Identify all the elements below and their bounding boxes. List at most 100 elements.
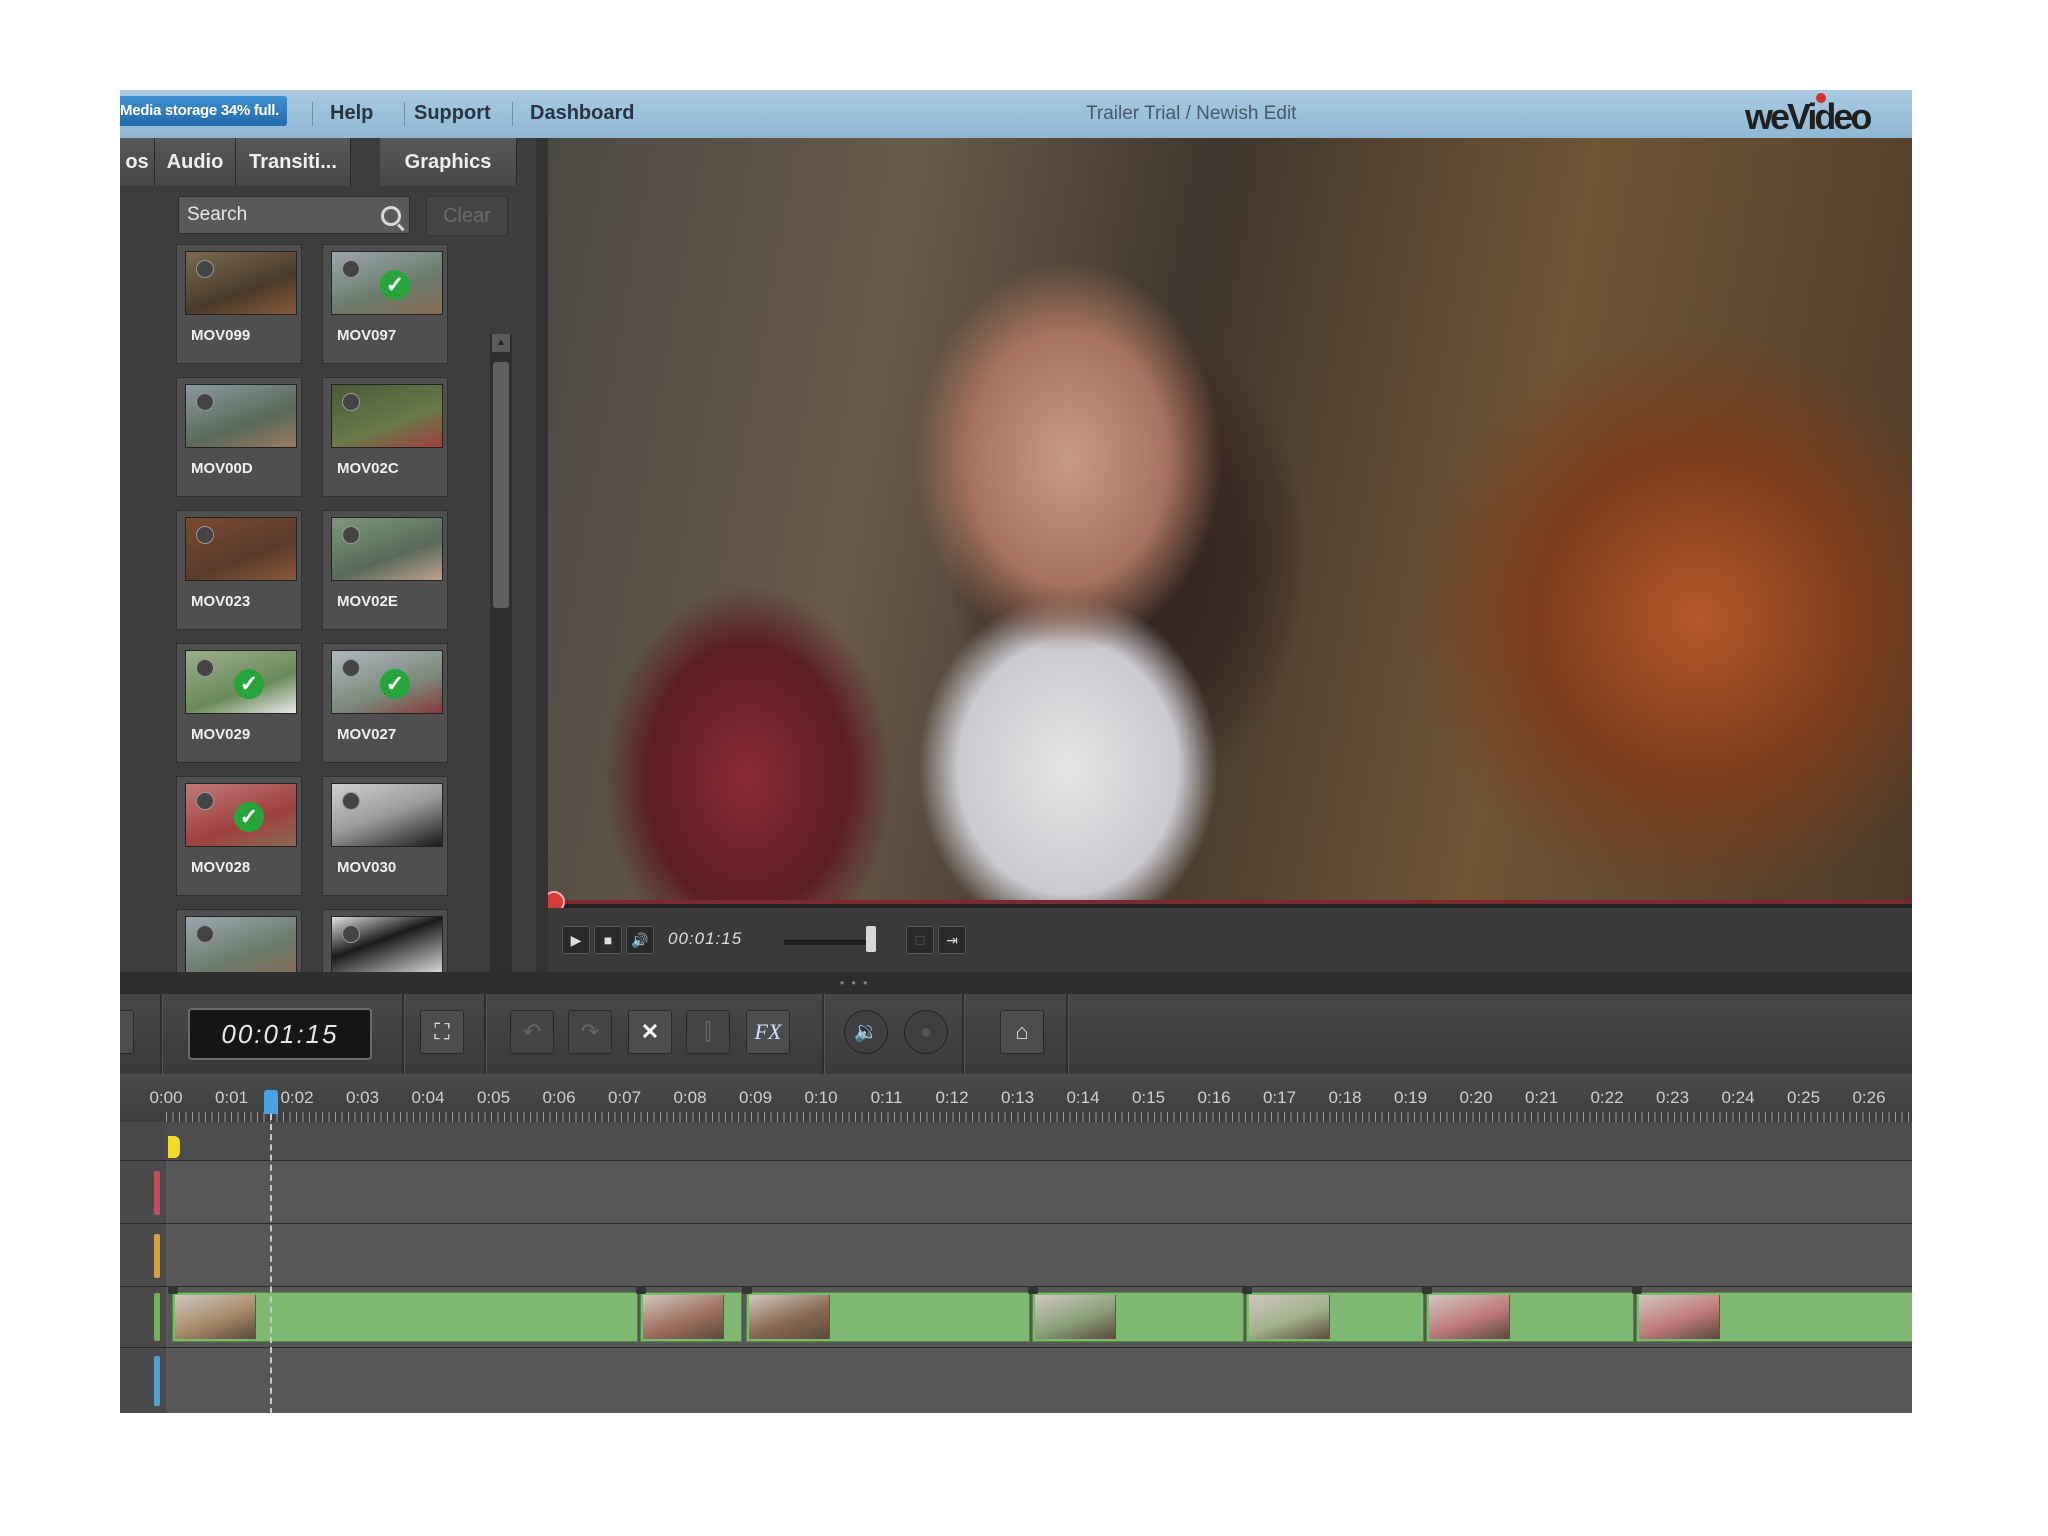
redo-icon[interactable]: ↷ <box>568 1010 612 1054</box>
timecode-display: 00:01:15 <box>188 1008 372 1060</box>
media-clip-tile[interactable]: ✓ MOV028 <box>176 776 302 896</box>
timeline-marker[interactable] <box>168 1136 180 1158</box>
fullscreen-preview-icon[interactable]: □ <box>906 926 934 954</box>
media-clip-tile[interactable]: MOV00D <box>176 377 302 497</box>
camera-icon[interactable]: ● <box>904 1010 948 1054</box>
scroll-up-icon[interactable]: ▲ <box>492 334 510 352</box>
tab-graphics[interactable]: Graphics <box>380 138 517 186</box>
playhead-handle[interactable] <box>264 1090 278 1114</box>
video-clip[interactable] <box>640 1292 742 1342</box>
volume-slider-track[interactable] <box>784 940 874 945</box>
tab-videos[interactable]: os <box>120 138 155 186</box>
playback-progress[interactable] <box>548 900 1912 904</box>
film-reel-icon[interactable] <box>196 260 214 278</box>
ruler-tick-label: 0:16 <box>1197 1088 1231 1107</box>
stop-icon[interactable]: ■ <box>594 926 622 954</box>
fullscreen-icon[interactable]: ⛶ <box>420 1010 464 1054</box>
film-reel-icon[interactable] <box>196 526 214 544</box>
timeline-ruler[interactable]: 0:00 0:01 0:02 0:03 0:04 0:05 0:06 0:07 0:08 0:09… <box>120 1074 1912 1122</box>
speaker-icon[interactable]: 🔊 <box>626 926 654 954</box>
play-icon[interactable]: ▶ <box>562 926 590 954</box>
ruler-tick-label: 0:18 <box>1328 1088 1362 1107</box>
volume-slider-handle[interactable] <box>866 926 876 952</box>
media-storage-status[interactable]: Media storage 34% full. <box>120 96 287 126</box>
video-clip[interactable] <box>1636 1292 1912 1342</box>
nav-separator <box>404 102 405 126</box>
media-clip-tile[interactable]: MOV030 <box>322 776 448 896</box>
title-lane[interactable] <box>166 1161 1912 1223</box>
clip-trim-handle[interactable] <box>168 1286 178 1294</box>
video-clip[interactable] <box>1032 1292 1244 1342</box>
video-clip[interactable] <box>746 1292 1030 1342</box>
film-reel-icon[interactable] <box>196 925 214 943</box>
ruler-tick-label: 0:14 <box>1066 1088 1100 1107</box>
clip-thumbnail <box>185 384 297 448</box>
undo-icon[interactable]: ↶ <box>510 1010 554 1054</box>
media-clip-tile[interactable]: MOV099 <box>176 244 302 364</box>
clip-thumbnail <box>185 916 297 972</box>
film-reel-icon[interactable] <box>342 393 360 411</box>
clip-thumbnail <box>331 517 443 581</box>
audio-icon[interactable]: 🔉 <box>844 1010 888 1054</box>
clip-trim-handle[interactable] <box>636 1286 646 1294</box>
ruler-tick-label: 0:25 <box>1786 1088 1821 1107</box>
fx-button[interactable]: FX <box>746 1010 790 1054</box>
split-icon[interactable]: ⫿ <box>686 1010 730 1054</box>
track-header <box>120 1122 167 1160</box>
toolbar-separator <box>962 994 965 1074</box>
ruler-tick-label: 0:23 <box>1655 1088 1690 1107</box>
clip-trim-handle[interactable] <box>1422 1286 1432 1294</box>
film-reel-icon[interactable] <box>196 659 214 677</box>
media-scrollbar[interactable]: ▲ ▼ <box>490 334 512 1056</box>
ruler-tick-label: 0:20 <box>1459 1088 1493 1107</box>
film-reel-icon[interactable] <box>342 659 360 677</box>
clip-trim-handle[interactable] <box>742 1286 752 1294</box>
panel-divider[interactable]: • • • <box>120 972 1912 994</box>
home-icon[interactable]: ⌂ <box>1000 1010 1044 1054</box>
media-clip-tile[interactable]: ✓ MOV029 <box>176 643 302 763</box>
video-clip[interactable] <box>1426 1292 1634 1342</box>
media-clip-tile[interactable] <box>322 909 448 972</box>
help-link[interactable]: Help <box>330 100 373 126</box>
search-icon[interactable] <box>381 206 401 226</box>
search-input[interactable] <box>179 197 385 233</box>
support-link[interactable]: Support <box>414 100 491 126</box>
ruler-tick-label: 0:21 <box>1524 1088 1559 1107</box>
media-clip-tile[interactable]: ✓ MOV097 <box>322 244 448 364</box>
track-header <box>120 1161 167 1223</box>
clip-thumbnail: ✓ <box>185 783 297 847</box>
clip-trim-handle[interactable] <box>1242 1286 1252 1294</box>
clear-button[interactable]: Clear <box>426 196 508 236</box>
media-clip-tile[interactable]: ✓ MOV027 <box>322 643 448 763</box>
clip-trim-handle[interactable] <box>1632 1286 1642 1294</box>
marker-lane[interactable] <box>166 1122 1912 1160</box>
media-clip-tile[interactable]: MOV023 <box>176 510 302 630</box>
film-reel-icon[interactable] <box>342 792 360 810</box>
media-clip-tile[interactable] <box>176 909 302 972</box>
media-clip-tile[interactable]: MOV02E <box>322 510 448 630</box>
film-reel-icon[interactable] <box>342 925 360 943</box>
ruler-tick-label: 0:24 <box>1721 1088 1755 1107</box>
ruler-tick-label: 0:19 <box>1393 1088 1428 1107</box>
clip-trim-handle[interactable] <box>1028 1286 1038 1294</box>
tab-audio[interactable]: Audio <box>155 138 236 186</box>
tab-transitions[interactable]: Transiti... <box>236 138 351 186</box>
video-clip[interactable] <box>172 1292 638 1342</box>
ruler-tick-label: 0:06 <box>542 1088 576 1107</box>
clip-thumbnail: ✓ <box>331 251 443 315</box>
film-reel-icon[interactable] <box>196 393 214 411</box>
film-reel-icon[interactable] <box>342 526 360 544</box>
overlay-lane[interactable] <box>166 1224 1912 1286</box>
dashboard-link[interactable]: Dashboard <box>530 100 634 126</box>
panel-toggle-button[interactable]: ▮ <box>120 1010 134 1054</box>
delete-icon[interactable]: ✕ <box>628 1010 672 1054</box>
timeline-toolbar: ▮ 00:01:15 ⛶ ↶ ↷ ✕ ⫿ FX 🔉 ● ⌂ <box>120 994 1912 1075</box>
film-reel-icon[interactable] <box>196 792 214 810</box>
video-clip[interactable] <box>1246 1292 1424 1342</box>
media-clip-tile[interactable]: MOV02C <box>322 377 448 497</box>
film-reel-icon[interactable] <box>342 260 360 278</box>
export-icon[interactable]: ⇥ <box>938 926 966 954</box>
panel-splitter[interactable] <box>536 138 548 972</box>
scrollbar-thumb[interactable] <box>493 362 509 608</box>
audio-lane[interactable] <box>166 1348 1912 1413</box>
